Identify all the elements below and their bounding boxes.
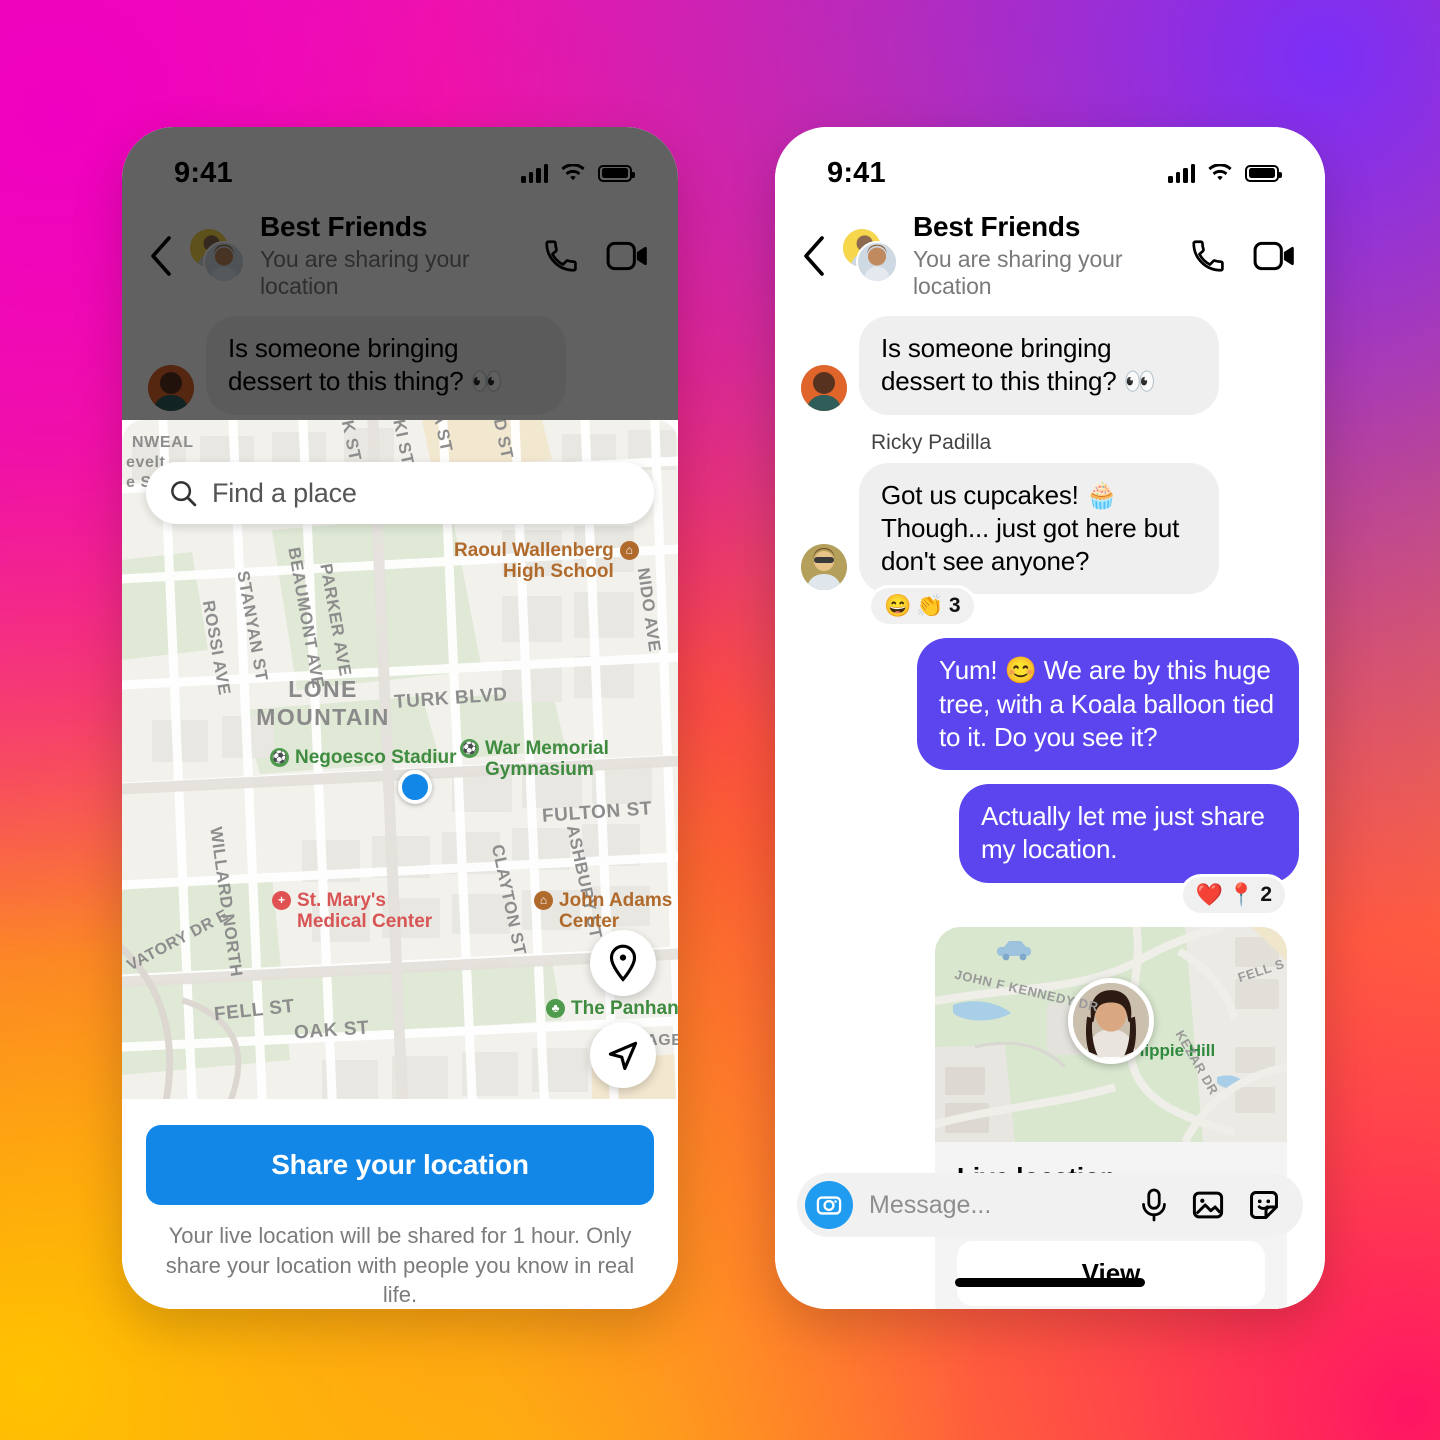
message-row: Is someone bringing dessert to this thin… [801, 316, 1299, 415]
home-indicator-right [955, 1278, 1145, 1287]
chat-header-left: Best Friends You are sharing your locati… [122, 201, 678, 316]
location-card-map: JOHN F KENNEDY DR KEZAR DR FELL S Hippie… [935, 926, 1287, 1142]
wifi-icon [561, 163, 585, 180]
poi-war-memorial-gym[interactable]: ⚽ War Memorial Gymnasium [460, 738, 609, 781]
status-bar-right: 9:41 [775, 127, 1325, 201]
share-location-panel: Share your location Your live location w… [122, 1099, 678, 1309]
message-bubble[interactable]: Got us cupcakes! 🧁 Though... just got he… [859, 462, 1219, 595]
status-icons [521, 163, 635, 183]
reaction-count: 2 [1260, 882, 1272, 906]
header-actions [542, 237, 648, 275]
composer-icons [1139, 1188, 1281, 1222]
reaction-emoji: 📍 [1227, 881, 1256, 907]
wifi-icon [1208, 163, 1232, 180]
avatar [801, 544, 847, 591]
avatar-group[interactable] [841, 226, 899, 285]
message-composer: Message... [797, 1173, 1303, 1237]
message-bubble[interactable]: Actually let me just share my location. [959, 784, 1299, 883]
message-bubble[interactable]: Is someone bringing dessert to this thin… [859, 316, 1219, 415]
header-text: Best Friends You are sharing your locati… [913, 211, 1175, 300]
status-icons [1168, 163, 1282, 183]
microphone-icon[interactable] [1139, 1188, 1169, 1222]
battery-icon [1245, 164, 1282, 182]
poi-negoesco-stadium[interactable]: ⚽ Negoesco Stadiur [270, 747, 457, 768]
back-chevron-icon[interactable] [148, 235, 174, 277]
poi-st-marys[interactable]: + St. Mary's Medical Center [272, 890, 432, 933]
avatar-group[interactable] [188, 226, 246, 285]
avatar [801, 364, 847, 411]
poi-the-panhandle[interactable]: ♣The Panhandl [546, 998, 678, 1019]
map-pin-icon [609, 944, 637, 982]
message-input-placeholder: Message... [869, 1190, 992, 1219]
search-input[interactable]: Find a place [146, 462, 654, 524]
poi-raoul-wallenberg[interactable]: Raoul Wallenberg High School ⌂ [454, 540, 639, 583]
video-camera-icon[interactable] [1253, 237, 1295, 275]
map-area-label: LONE MOUNTAIN [256, 676, 390, 730]
reaction-count: 3 [948, 594, 961, 618]
recenter-button[interactable] [590, 1022, 656, 1088]
right-screen: 9:41 Best Friends You are sharing your l… [775, 127, 1325, 1309]
phone-right-conversation: 9:41 Best Friends You are sharing your l… [775, 127, 1325, 1309]
avatar-front [203, 240, 245, 283]
search-icon [171, 481, 197, 507]
share-location-button[interactable]: Share your location [146, 1125, 654, 1205]
share-location-note: Your live location will be shared for 1 … [165, 1223, 635, 1308]
status-clock: 9:41 [174, 156, 233, 189]
reaction-pill[interactable]: ❤️ 📍 2 [1182, 876, 1285, 913]
reaction-emoji: 👏 [916, 593, 944, 619]
video-camera-icon[interactable] [606, 237, 648, 275]
left-screen: 9:41 Best Friends You are sharing your l… [122, 127, 678, 1309]
shared-location-avatar [1068, 978, 1154, 1065]
status-bar-left: 9:41 [122, 127, 678, 201]
reaction-emoji: 😄 [884, 593, 912, 619]
location-picker-sheet: NWEAL OK ST AKI ST A ST OD ST evelt e S … [122, 420, 678, 1309]
camera-icon [816, 1196, 842, 1215]
back-chevron-icon[interactable] [801, 235, 827, 277]
map-canvas[interactable]: NWEAL OK ST AKI ST A ST OD ST evelt e S … [122, 420, 678, 1120]
map-pin-button[interactable] [590, 930, 656, 996]
search-bar-wrap: Find a place [146, 462, 654, 524]
reaction-emoji: ❤️ [1195, 881, 1223, 907]
message-bubble[interactable]: Is someone bringing dessert to this thin… [206, 316, 566, 415]
message-row: Got us cupcakes! 🧁 Though... just got he… [801, 462, 1299, 595]
message-list-right: Is someone bringing dessert to this thin… [775, 316, 1325, 1309]
battery-icon [598, 164, 635, 182]
chat-subtitle: You are sharing your location [260, 246, 470, 299]
camera-button[interactable] [805, 1181, 853, 1229]
composer-pill[interactable]: Message... [797, 1173, 1303, 1237]
header-actions [1189, 237, 1295, 275]
avatar-front [856, 240, 898, 283]
live-location-card[interactable]: JOHN F KENNEDY DR KEZAR DR FELL S Hippie… [935, 926, 1287, 1309]
reaction-pill[interactable]: 😄 👏 3 [871, 588, 974, 625]
view-location-button[interactable]: View [957, 1240, 1265, 1306]
chat-subtitle: You are sharing your location [913, 246, 1123, 299]
message-row: Is someone bringing dessert to this thin… [148, 316, 652, 415]
message-row: Actually let me just share my location. [801, 784, 1299, 883]
search-placeholder: Find a place [212, 477, 357, 508]
phone-left-location-picker: 9:41 Best Friends You are sharing your l… [122, 127, 678, 1309]
chat-header-right: Best Friends You are sharing your locati… [775, 201, 1325, 316]
cellular-bars-icon [1168, 163, 1195, 183]
phone-call-icon[interactable] [1189, 237, 1227, 275]
phone-call-icon[interactable] [542, 237, 580, 275]
message-row: Yum! 😊 We are by this huge tree, with a … [801, 638, 1299, 771]
message-bubble[interactable]: Yum! 😊 We are by this huge tree, with a … [917, 638, 1299, 771]
avatar [148, 364, 194, 411]
chat-title: Best Friends [260, 211, 428, 242]
sticker-smiley-icon[interactable] [1247, 1188, 1281, 1222]
navigation-arrow-icon [608, 1041, 638, 1071]
image-gallery-icon[interactable] [1191, 1188, 1225, 1222]
user-location-dot [398, 770, 432, 804]
status-clock: 9:41 [827, 156, 886, 189]
poi-john-adams[interactable]: ⌂ John Adams Center [534, 890, 672, 933]
message-sender-label: Ricky Padilla [871, 430, 992, 454]
header-text: Best Friends You are sharing your locati… [260, 211, 528, 300]
cellular-bars-icon [521, 163, 548, 183]
chat-title: Best Friends [913, 211, 1081, 242]
